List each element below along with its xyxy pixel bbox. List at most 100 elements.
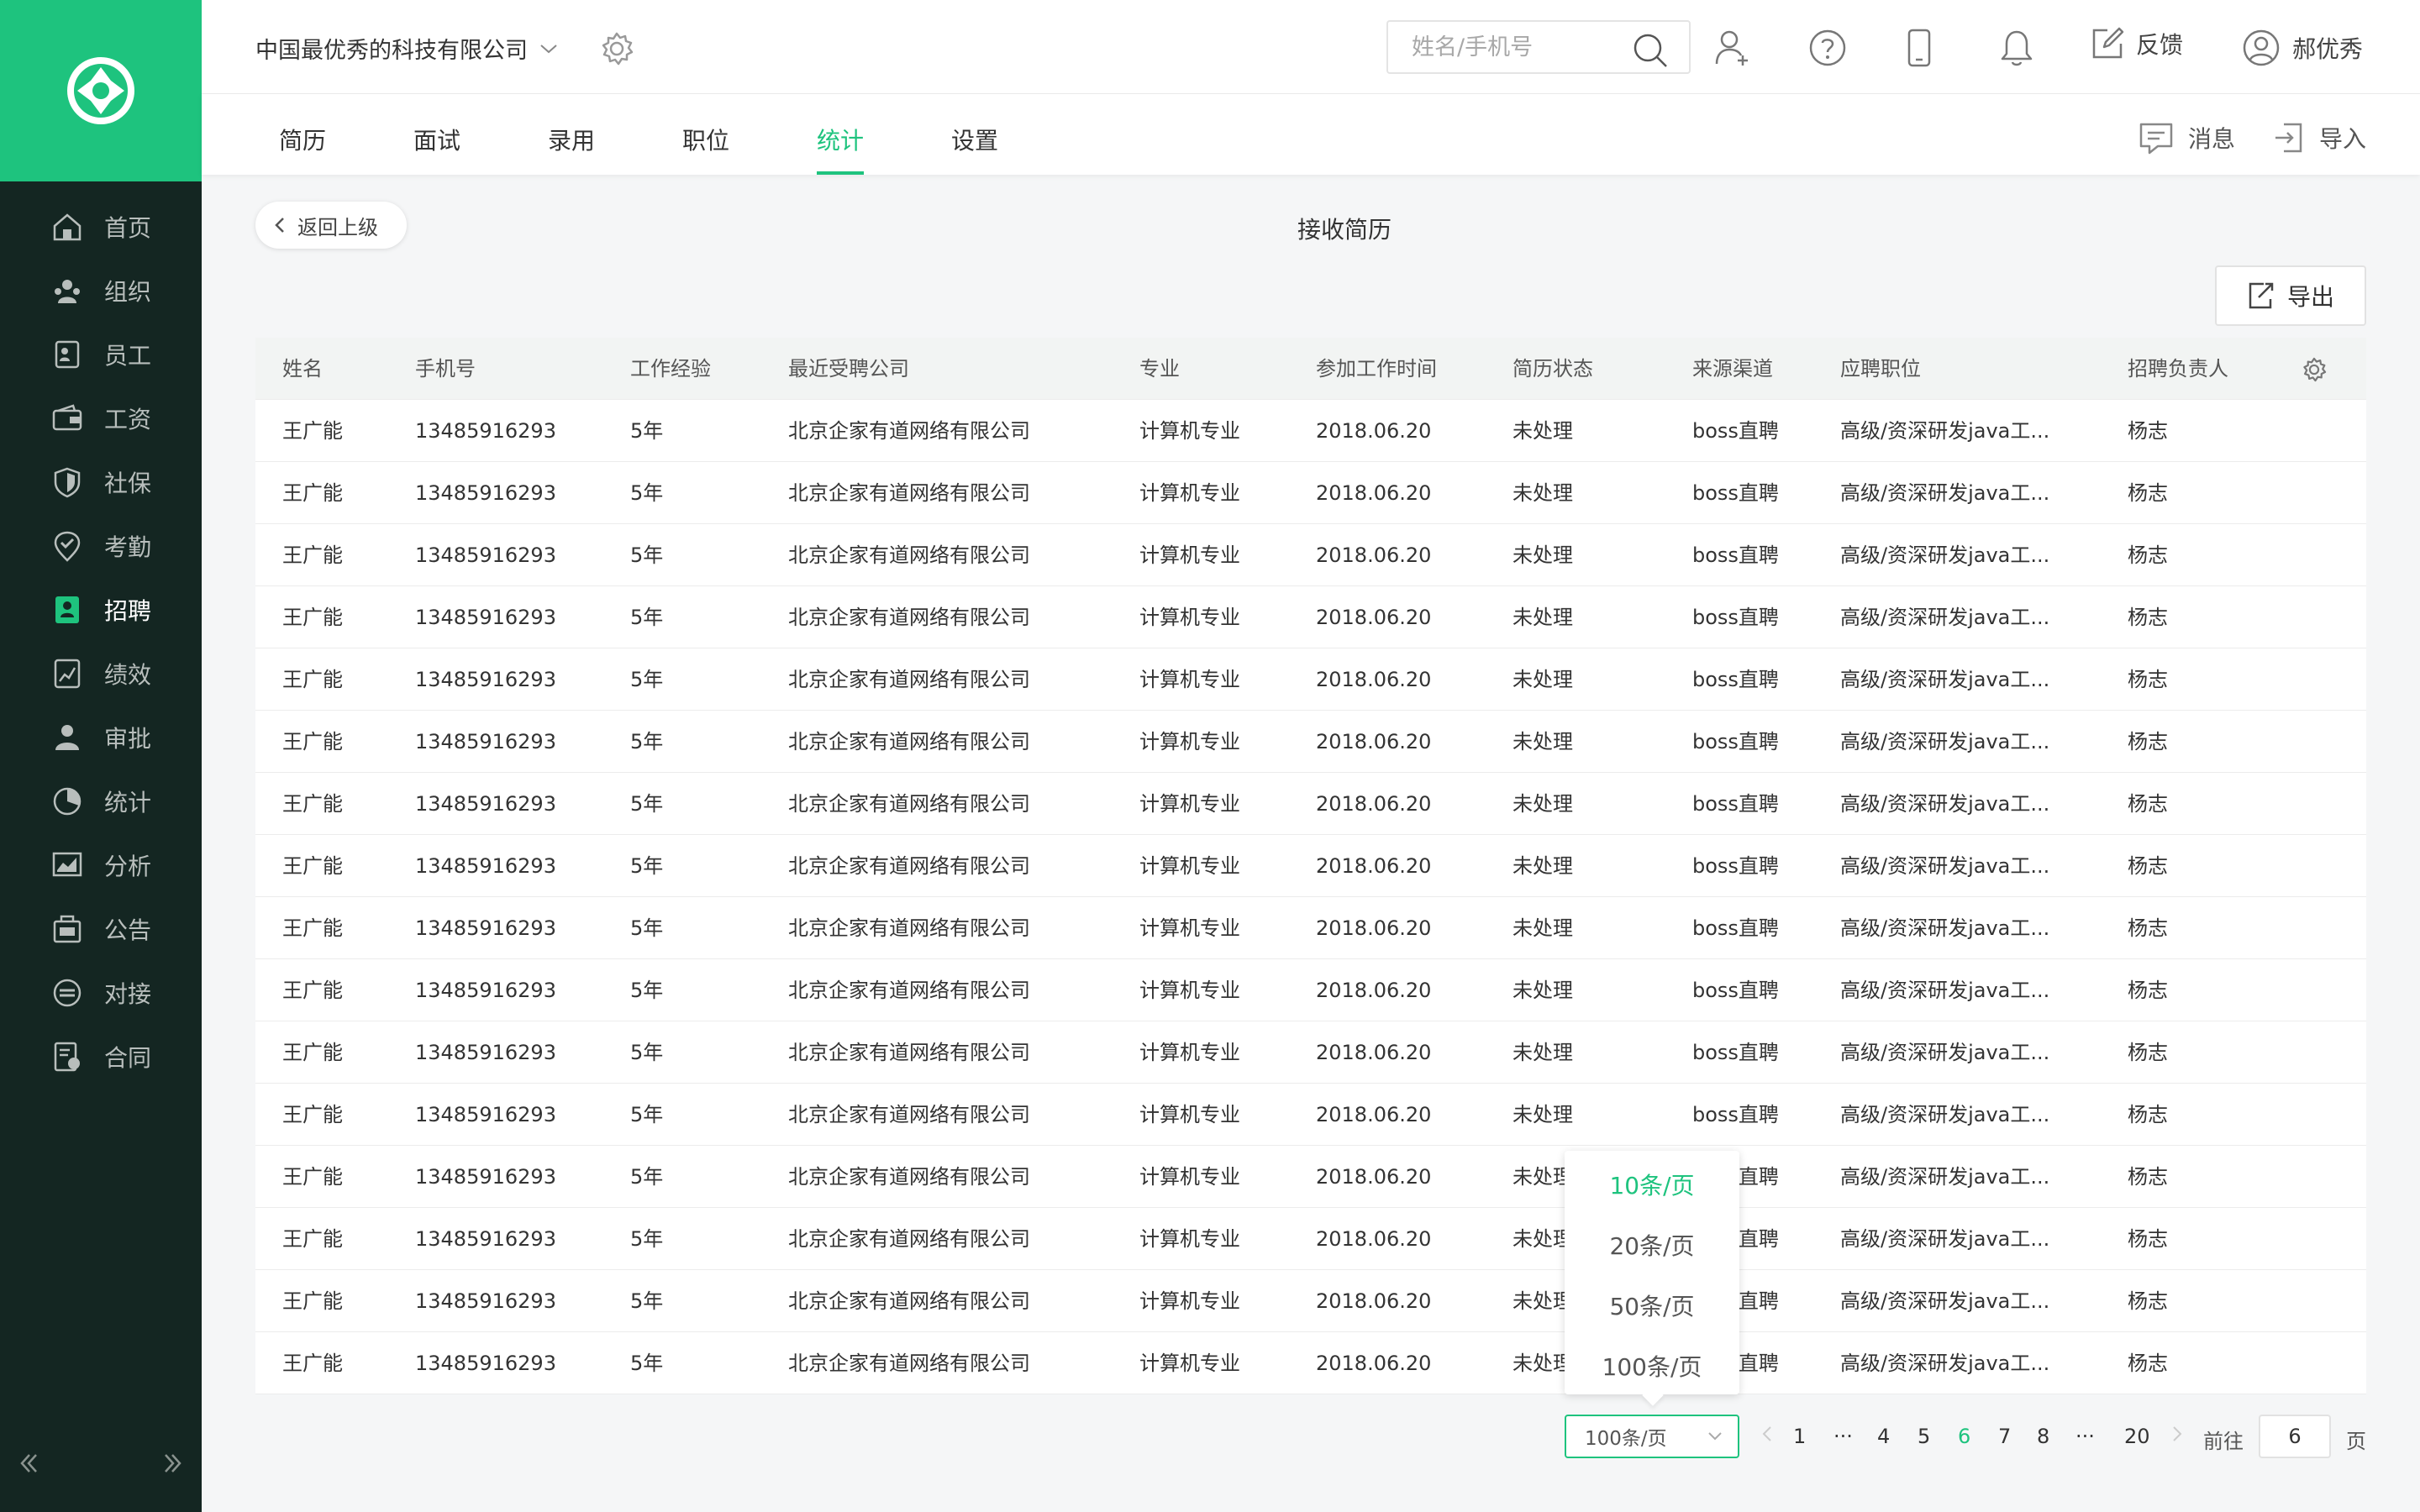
sidebar-item[interactable]: 首页: [0, 195, 202, 259]
page-size-option[interactable]: 100条/页: [1565, 1349, 1739, 1383]
page-size-option[interactable]: 20条/页: [1565, 1228, 1739, 1262]
home-icon: [50, 210, 84, 244]
page-size-dropdown: 10条/页 20条/页 50条/页 100条/页: [1565, 1151, 1739, 1394]
table-row[interactable]: 王广能 13485916293 5年 北京企家有道网络有限公司 计算机专业 2018.06…: [255, 773, 2366, 835]
sidebar-item[interactable]: 员工: [0, 323, 202, 386]
location-check-icon: [50, 529, 84, 563]
page-number[interactable]: 6: [1958, 1425, 1970, 1448]
tab-item[interactable]: 面试: [413, 123, 460, 175]
import-button[interactable]: 导入: [2272, 119, 2366, 156]
table-row[interactable]: 王广能 13485916293 5年 北京企家有道网络有限公司 计算机专业 2018.06…: [255, 1332, 2366, 1394]
next-page-icon[interactable]: [2171, 1425, 2183, 1448]
table-cell: 2018.06.20: [1316, 730, 1432, 753]
column-header[interactable]: 最近受聘公司: [788, 338, 1124, 400]
table-cell: 5年: [630, 916, 664, 940]
logo[interactable]: [0, 0, 202, 181]
table-row[interactable]: 王广能 13485916293 5年 北京企家有道网络有限公司 计算机专业 2018.06…: [255, 959, 2366, 1021]
column-header[interactable]: 应聘职位: [1840, 338, 2075, 400]
tab-item[interactable]: 设置: [951, 123, 998, 175]
company-settings-icon[interactable]: [598, 30, 635, 71]
company-switcher[interactable]: 中国最优秀的科技有限公司: [255, 32, 558, 65]
sidebar-item[interactable]: 绩效: [0, 642, 202, 706]
table-cell: 高级/资深研发java工...: [1840, 792, 2050, 816]
expand-sidebar-icon[interactable]: [156, 1446, 190, 1480]
back-button[interactable]: 返回上级: [255, 202, 407, 249]
sidebar-item-label: 招聘: [104, 597, 152, 625]
tab-item[interactable]: 统计: [817, 123, 865, 175]
page-unit-label: 页: [2346, 1430, 2366, 1453]
table-row[interactable]: 王广能 13485916293 5年 北京企家有道网络有限公司 计算机专业 2018.06…: [255, 400, 2366, 462]
page-ellipsis[interactable]: ···: [1833, 1425, 1853, 1448]
notification-bell-icon[interactable]: [2000, 29, 2033, 71]
page-number[interactable]: 7: [1998, 1425, 2011, 1448]
table-row[interactable]: 王广能 13485916293 5年 北京企家有道网络有限公司 计算机专业 2018.06…: [255, 1084, 2366, 1146]
sidebar-item[interactable]: 考勤: [0, 514, 202, 578]
feedback-button[interactable]: 反馈: [2089, 25, 2183, 62]
page-size-option[interactable]: 50条/页: [1565, 1289, 1739, 1322]
page-size-option[interactable]: 10条/页: [1565, 1168, 1739, 1201]
page-number[interactable]: 4: [1877, 1425, 1890, 1448]
sidebar-item[interactable]: 招聘: [0, 578, 202, 642]
table-cell: 王广能: [282, 481, 343, 505]
sidebar-item[interactable]: 审批: [0, 706, 202, 769]
sidebar-item[interactable]: 公告: [0, 897, 202, 961]
sidebar-item[interactable]: 合同: [0, 1025, 202, 1089]
table-row[interactable]: 王广能 13485916293 5年 北京企家有道网络有限公司 计算机专业 2018.06…: [255, 897, 2366, 959]
table-row[interactable]: 王广能 13485916293 5年 北京企家有道网络有限公司 计算机专业 2018.06…: [255, 524, 2366, 586]
sidebar-item[interactable]: 分析: [0, 833, 202, 897]
table-row[interactable]: 王广能 13485916293 5年 北京企家有道网络有限公司 计算机专业 2018.06…: [255, 835, 2366, 897]
table-cell: 王广能: [282, 854, 343, 878]
prev-page-icon[interactable]: [1761, 1425, 1773, 1448]
table-row[interactable]: 王广能 13485916293 5年 北京企家有道网络有限公司 计算机专业 2018.06…: [255, 1270, 2366, 1332]
table-row[interactable]: 王广能 13485916293 5年 北京企家有道网络有限公司 计算机专业 2018.06…: [255, 1021, 2366, 1084]
help-icon[interactable]: [1808, 29, 1847, 71]
table-row[interactable]: 王广能 13485916293 5年 北京企家有道网络有限公司 计算机专业 2018.06…: [255, 711, 2366, 773]
page-number[interactable]: 8: [2037, 1425, 2049, 1448]
page-size-select[interactable]: 100条/页: [1565, 1415, 1739, 1458]
table-cell: 高级/资深研发java工...: [1840, 1289, 2050, 1313]
table-cell: 王广能: [282, 543, 343, 567]
user-add-icon[interactable]: [1714, 29, 1751, 71]
message-button[interactable]: 消息: [2138, 119, 2235, 156]
column-header[interactable]: 专业: [1139, 338, 1307, 400]
column-header[interactable]: 工作经验: [630, 338, 781, 400]
table-row[interactable]: 王广能 13485916293 5年 北京企家有道网络有限公司 计算机专业 2018.06…: [255, 586, 2366, 648]
table-row[interactable]: 王广能 13485916293 5年 北京企家有道网络有限公司 计算机专业 2018.06…: [255, 1208, 2366, 1270]
table-cell: 5年: [630, 1103, 664, 1126]
sidebar-item[interactable]: 工资: [0, 386, 202, 450]
sidebar-item[interactable]: 组织: [0, 259, 202, 323]
export-button[interactable]: 导出: [2215, 265, 2366, 326]
column-header[interactable]: 姓名: [282, 338, 408, 400]
tab-item[interactable]: 录用: [548, 123, 595, 175]
mobile-icon[interactable]: [1904, 29, 1934, 71]
table-cell: 高级/资深研发java工...: [1840, 1041, 2050, 1064]
user-menu[interactable]: 郝优秀: [2242, 29, 2363, 67]
page-ellipsis[interactable]: ···: [2075, 1425, 2095, 1448]
page-number[interactable]: 1: [1793, 1425, 1806, 1448]
column-header[interactable]: 参加工作时间: [1316, 338, 1501, 400]
column-header[interactable]: 招聘负责人: [2128, 338, 2279, 400]
page-number[interactable]: 5: [1918, 1425, 1930, 1448]
table-row[interactable]: 王广能 13485916293 5年 北京企家有道网络有限公司 计算机专业 2018.06…: [255, 648, 2366, 711]
goto-page-input[interactable]: [2259, 1415, 2331, 1458]
table-row[interactable]: 王广能 13485916293 5年 北京企家有道网络有限公司 计算机专业 2018.06…: [255, 462, 2366, 524]
sidebar-item-label: 对接: [104, 980, 152, 1008]
table-cell: 杨志: [2128, 979, 2168, 1002]
page-number[interactable]: 20: [2124, 1425, 2150, 1448]
sidebar-item[interactable]: 对接: [0, 961, 202, 1025]
tab-item[interactable]: 职位: [682, 123, 729, 175]
collapse-sidebar-icon[interactable]: [12, 1446, 45, 1480]
column-settings-icon[interactable]: [2301, 356, 2328, 388]
search-icon[interactable]: [1632, 32, 1669, 69]
sidebar-item[interactable]: 统计: [0, 769, 202, 833]
sidebar-item[interactable]: 社保: [0, 450, 202, 514]
column-header[interactable]: 手机号: [415, 338, 617, 400]
search-input[interactable]: [1412, 32, 1622, 62]
table-row[interactable]: 王广能 13485916293 5年 北京企家有道网络有限公司 计算机专业 2018.06…: [255, 1146, 2366, 1208]
tab-item[interactable]: 简历: [279, 123, 326, 175]
column-header[interactable]: 简历状态: [1512, 338, 1681, 400]
table-cell: 王广能: [282, 1103, 343, 1126]
table-cell: 2018.06.20: [1316, 854, 1432, 878]
table-cell: 2018.06.20: [1316, 1289, 1432, 1313]
column-header[interactable]: 来源渠道: [1692, 338, 1835, 400]
